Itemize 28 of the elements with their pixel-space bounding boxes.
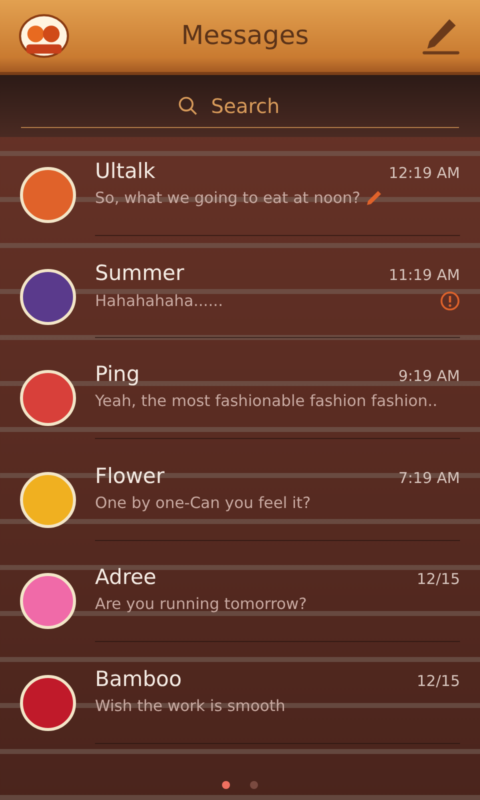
conversation-item[interactable]: Flower 7:19 AM One by one-Can you feel it? [0, 452, 480, 553]
contact-name: Adree [95, 565, 156, 589]
contact-name: Summer [95, 260, 184, 284]
message-time: 12/15 [416, 672, 460, 690]
screen-title: Messages [180, 21, 310, 51]
message-preview: Wish the work is smooth [95, 696, 286, 714]
message-preview: Hahahahaha...... [95, 292, 224, 310]
contact-name: Ping [95, 362, 140, 386]
message-preview: Yeah, the most fashionable fashion fashion.. [95, 392, 438, 410]
conversation-item[interactable]: Summer 11:19 AM Hahahahaha...... [0, 248, 480, 350]
message-time: 12:19 AM [388, 164, 460, 182]
search-field[interactable]: Search [209, 92, 303, 118]
message-time: 9:19 AM [398, 367, 460, 385]
message-preview: One by one-Can you feel it? [95, 494, 311, 512]
contact-name: Flower [95, 464, 164, 488]
conversation-item[interactable]: Ultalk 12:19 AM So, what we going to eat at noon? [0, 147, 480, 248]
message-time: 7:19 AM [398, 468, 460, 486]
message-preview: So, what we going to eat at noon? [95, 189, 360, 207]
message-time: 11:19 AM [388, 266, 460, 284]
contact-name: Ultalk [95, 159, 156, 183]
message-preview: Are you running tomorrow? [95, 595, 307, 613]
group-sticker-icon[interactable] [18, 13, 70, 59]
message-time: 12/15 [416, 570, 460, 588]
contact-name: Bamboo [95, 666, 182, 690]
conversation-item[interactable]: Ping 9:19 AM Yeah, the most fashionable fashion fashion.. [0, 350, 480, 452]
conversation-item[interactable]: Adree 12/15 Are you running tomorrow? [0, 553, 480, 654]
search-icon [177, 94, 199, 116]
conversation-item[interactable]: Bamboo 12/15 Wish the work is smooth [0, 654, 480, 756]
